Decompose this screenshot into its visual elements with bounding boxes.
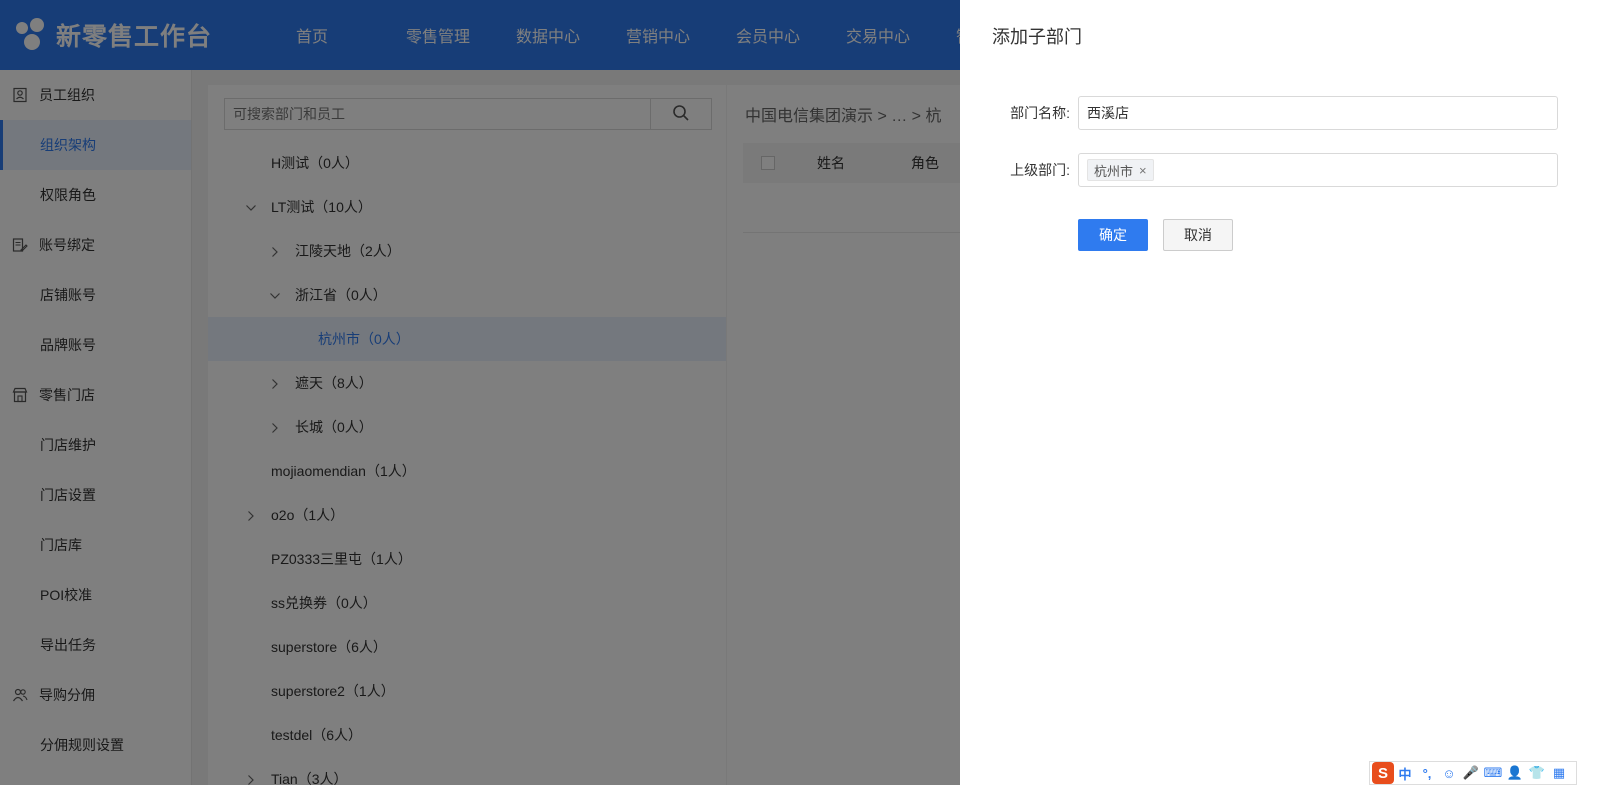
parent-dept-select[interactable]: 杭州市 ×: [1078, 153, 1558, 187]
confirm-button[interactable]: 确定: [1078, 219, 1148, 251]
dept-name-value: 西溪店: [1087, 105, 1129, 121]
cancel-button[interactable]: 取消: [1163, 219, 1233, 251]
ime-microphone-icon[interactable]: 🎤: [1460, 765, 1482, 781]
dept-name-input[interactable]: 西溪店: [1078, 96, 1558, 130]
ime-chinese-toggle[interactable]: 中: [1394, 764, 1416, 783]
ime-user-icon[interactable]: 👤: [1504, 765, 1526, 781]
close-icon[interactable]: ×: [1139, 163, 1147, 178]
ime-toolbar: S 中 °, ☺ 🎤 ⌨ 👤 👕 ▦: [1369, 761, 1577, 785]
drawer-title: 添加子部门: [992, 27, 1082, 47]
parent-dept-label: 上级部门:: [1010, 162, 1070, 178]
ime-toolbox-icon[interactable]: ▦: [1548, 765, 1570, 781]
ime-emoji-icon[interactable]: ☺: [1438, 766, 1460, 781]
ime-skin-icon[interactable]: 👕: [1526, 765, 1548, 781]
ime-punctuation-icon[interactable]: °,: [1416, 766, 1438, 781]
ime-logo-icon[interactable]: S: [1372, 762, 1394, 784]
parent-dept-tag-label: 杭州市: [1094, 163, 1134, 179]
parent-dept-tag: 杭州市 ×: [1087, 159, 1154, 181]
ime-keyboard-icon[interactable]: ⌨: [1482, 765, 1504, 781]
dept-name-label: 部门名称:: [1010, 105, 1070, 121]
add-sub-department-drawer: 添加子部门 部门名称: 西溪店 上级部门: 杭州市 × 确定 取消: [960, 0, 1597, 785]
